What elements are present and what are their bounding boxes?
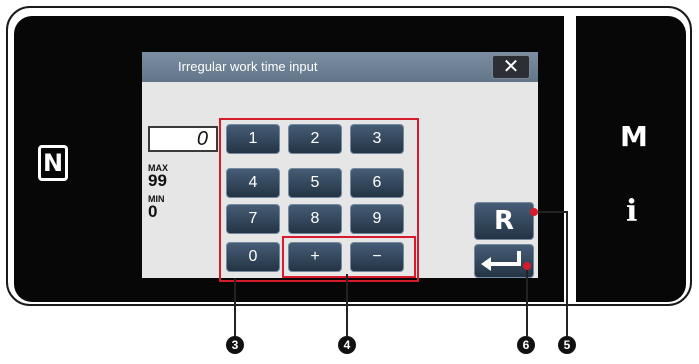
max-value: 99: [148, 171, 167, 190]
enter-callout-dot: [523, 262, 531, 270]
limits: MAX 99 MIN 0: [148, 164, 168, 226]
reset-callout-dot: [530, 208, 538, 216]
reset-callout-line-v: [566, 211, 568, 336]
marker-6: 6: [517, 336, 535, 354]
enter-button[interactable]: [474, 244, 534, 278]
keypad-callout-line: [234, 278, 236, 336]
min-value: 0: [148, 202, 158, 221]
enter-callout-line: [526, 270, 528, 336]
reset-callout-line-h: [538, 211, 568, 213]
dialog-title: Irregular work time input: [178, 59, 318, 74]
enter-icon: [481, 251, 521, 271]
marker-5: 5: [558, 336, 576, 354]
value-display: 0: [148, 126, 218, 152]
close-button[interactable]: ✕: [492, 55, 530, 79]
reset-button[interactable]: R: [474, 202, 534, 240]
nfc-icon[interactable]: N: [38, 145, 68, 181]
info-button[interactable]: i: [626, 194, 637, 229]
plus-minus-callout-line: [346, 274, 348, 336]
dialog-titlebar: Irregular work time input ✕: [142, 52, 538, 82]
marker-3: 3: [226, 336, 244, 354]
plus-minus-highlight: [282, 236, 416, 278]
m-button[interactable]: M: [620, 120, 648, 153]
marker-4: 4: [338, 336, 356, 354]
